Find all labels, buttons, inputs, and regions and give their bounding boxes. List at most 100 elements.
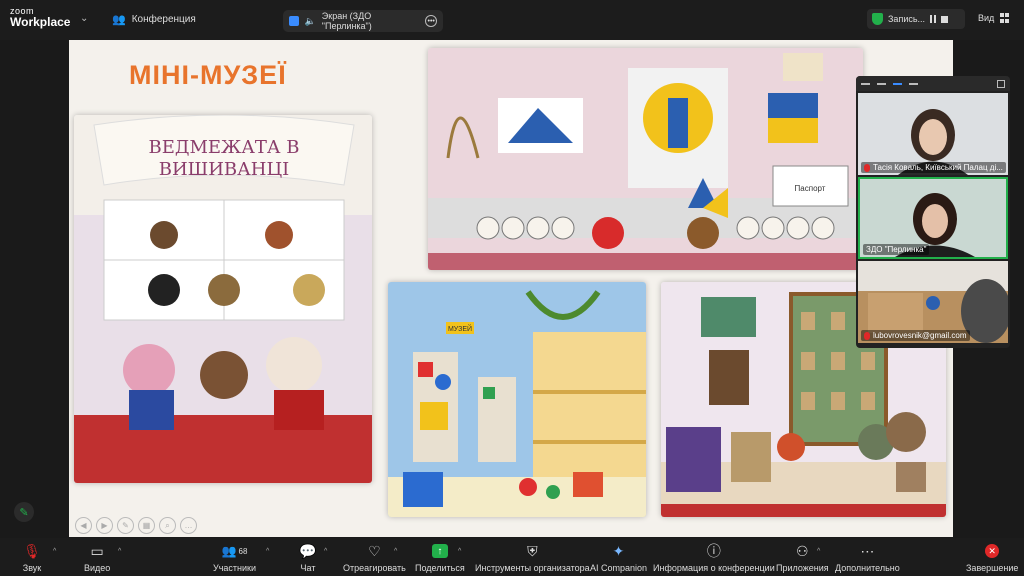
speaker-icon: 🔈: [304, 15, 316, 26]
host-tools-button[interactable]: ⛨ Инструменты организатора: [475, 542, 590, 574]
share-screen-icon: [289, 16, 299, 26]
annotate-pen-button[interactable]: ✎: [14, 502, 34, 522]
minimize-icon[interactable]: [861, 82, 870, 85]
zoom-slide-icon[interactable]: ⌕: [159, 517, 176, 534]
people-icon: 👥: [112, 14, 126, 26]
participant-name: Тасія Коваль, Київський Палац ді...: [861, 162, 1006, 173]
participant-name-text: ЗДО "Перлинка": [866, 245, 927, 254]
chat-options-chevron-icon[interactable]: ^: [324, 548, 327, 555]
more-icon: ⋯: [860, 542, 875, 559]
recording-pill[interactable]: Запись...: [867, 9, 965, 29]
sparkle-icon: ✦: [612, 542, 625, 559]
view-button[interactable]: Вид: [978, 13, 1010, 23]
speaker-view-icon[interactable]: [877, 82, 886, 85]
chevron-down-icon[interactable]: ⌄: [80, 13, 88, 24]
end-call-icon: ✕: [982, 542, 1002, 560]
meeting-info-label: Информация о конференции: [653, 563, 775, 573]
mic-muted-icon: 🎙: [23, 542, 41, 559]
ai-companion-label: AI Companion: [590, 563, 648, 573]
photo-bears-museum: ВЕДМЕЖАТА В ВИШИВАНЦІ: [74, 115, 372, 483]
chat-icon: 💬: [299, 542, 317, 559]
meeting-info-button[interactable]: ⓘ Информация о конференции: [653, 542, 775, 573]
participant-gallery: Тасія Коваль, Київський Палац ді... ЗДО …: [856, 76, 1010, 348]
apps-label: Приложения: [776, 563, 829, 573]
museum-label: МУЗЕЙ: [448, 324, 472, 333]
prev-slide-icon[interactable]: ◀: [75, 517, 92, 534]
apps-options-chevron-icon[interactable]: ^: [817, 548, 820, 555]
info-icon: ⓘ: [706, 543, 721, 559]
conference-menu[interactable]: 👥 Конференция: [112, 13, 196, 26]
mic-muted-icon: [864, 331, 870, 340]
slide-tools: ◀ ▶ ✎ ▦ ⌕ …: [75, 517, 197, 534]
gallery-view-icon[interactable]: [909, 82, 918, 85]
next-slide-icon[interactable]: ▶: [96, 517, 113, 534]
participants-label: Участники: [213, 563, 256, 573]
participant-tile-active[interactable]: ЗДО "Перлинка": [858, 177, 1008, 259]
strip-view-icon[interactable]: [893, 82, 902, 85]
zoom-logo: zoom Workplace: [10, 7, 71, 29]
video-label: Видео: [84, 563, 111, 573]
recording-label: Запись...: [888, 14, 926, 24]
toys-museum-image: МУЗЕЙ: [388, 282, 646, 517]
banner-text-line2: ВИШИВАНЦІ: [159, 159, 290, 180]
screen-share-pill[interactable]: 🔈 Экран (ЗДО "Перлинка") •••: [283, 10, 443, 32]
stop-icon[interactable]: [941, 15, 949, 23]
share-label: Поделиться: [415, 563, 465, 573]
audio-button[interactable]: 🎙 Звук: [22, 542, 42, 574]
audio-options-chevron-icon[interactable]: ^: [53, 548, 56, 555]
mic-muted-icon: [864, 163, 870, 172]
participant-tile[interactable]: lubovrovesnik@gmail.com: [858, 261, 1008, 343]
participant-tile[interactable]: Тасія Коваль, Київський Палац ді...: [858, 93, 1008, 175]
video-camera-icon: ▭: [90, 542, 104, 559]
pause-icon[interactable]: [930, 15, 937, 23]
react-button[interactable]: ♡ Отреагировать: [343, 542, 406, 574]
bottom-toolbar: 🎙 Звук ^ ▭ Видео ^ 👥 68 Участники ^ 💬 Чат…: [0, 538, 1024, 576]
photo-toys-museum: МУЗЕЙ: [388, 282, 646, 517]
ukrainian-museum-image: Паспорт: [428, 48, 863, 270]
top-bar: zoom Workplace ⌄ 👥 Конференция 🔈 Экран (…: [0, 0, 1024, 40]
host-tools-label: Инструменты организатора: [475, 563, 590, 573]
heart-icon: ♡: [368, 542, 381, 559]
more-button[interactable]: ⋯ Дополнительно: [835, 542, 900, 574]
conference-label: Конференция: [131, 14, 196, 25]
photo-ukrainian-museum: Паспорт: [428, 48, 863, 270]
pen-icon: ✎: [19, 506, 29, 519]
share-button[interactable]: ↑ Поделиться: [415, 542, 465, 573]
share-options-chevron-icon[interactable]: ^: [458, 548, 461, 555]
passport-label: Паспорт: [795, 184, 826, 193]
apps-button[interactable]: ⚇ Приложения: [776, 542, 829, 574]
video-button[interactable]: ▭ Видео: [84, 542, 111, 574]
participant-name: lubovrovesnik@gmail.com: [861, 330, 970, 341]
exit-fullscreen-icon[interactable]: [997, 79, 1005, 88]
ai-companion-button[interactable]: ✦ AI Companion: [590, 542, 648, 574]
more-icon[interactable]: •••: [425, 15, 437, 27]
shield-icon: [872, 13, 883, 25]
apps-icon: ⚇: [796, 542, 809, 559]
more-label: Дополнительно: [835, 563, 900, 573]
slide-more-icon[interactable]: …: [180, 517, 197, 534]
audio-label: Звук: [22, 563, 42, 573]
bears-museum-image: ВЕДМЕЖАТА В ВИШИВАНЦІ: [74, 115, 372, 483]
end-meeting-button[interactable]: ✕ Завершение: [966, 542, 1018, 573]
slides-grid-icon[interactable]: ▦: [138, 517, 155, 534]
shared-slide: МІНІ-МУЗЕЇ ВЕДМЕЖАТА В ВИШИВАНЦІ Паспорт…: [69, 40, 953, 537]
chat-button[interactable]: 💬 Чат: [298, 542, 318, 574]
view-label: Вид: [978, 13, 995, 23]
react-options-chevron-icon[interactable]: ^: [394, 548, 397, 555]
slide-title: МІНІ-МУЗЕЇ: [129, 60, 287, 90]
banner-text-line1: ВЕДМЕЖАТА В: [148, 137, 299, 158]
react-label: Отреагировать: [343, 563, 406, 573]
gallery-toolbar: [856, 76, 1010, 91]
shield-icon: ⛨: [527, 542, 538, 559]
end-meeting-label: Завершение: [966, 563, 1019, 573]
participant-name-text: lubovrovesnik@gmail.com: [873, 331, 967, 340]
participants-button[interactable]: 👥 68 Участники: [213, 542, 256, 573]
grid-icon: [1000, 13, 1010, 23]
participants-options-chevron-icon[interactable]: ^: [266, 548, 269, 555]
pen-tool-icon[interactable]: ✎: [117, 517, 134, 534]
participant-name-text: Тасія Коваль, Київський Палац ді...: [873, 163, 1003, 172]
video-options-chevron-icon[interactable]: ^: [118, 548, 121, 555]
chat-label: Чат: [300, 563, 316, 573]
logo-line2: Workplace: [10, 15, 71, 29]
share-screen-icon: ↑: [430, 542, 450, 560]
